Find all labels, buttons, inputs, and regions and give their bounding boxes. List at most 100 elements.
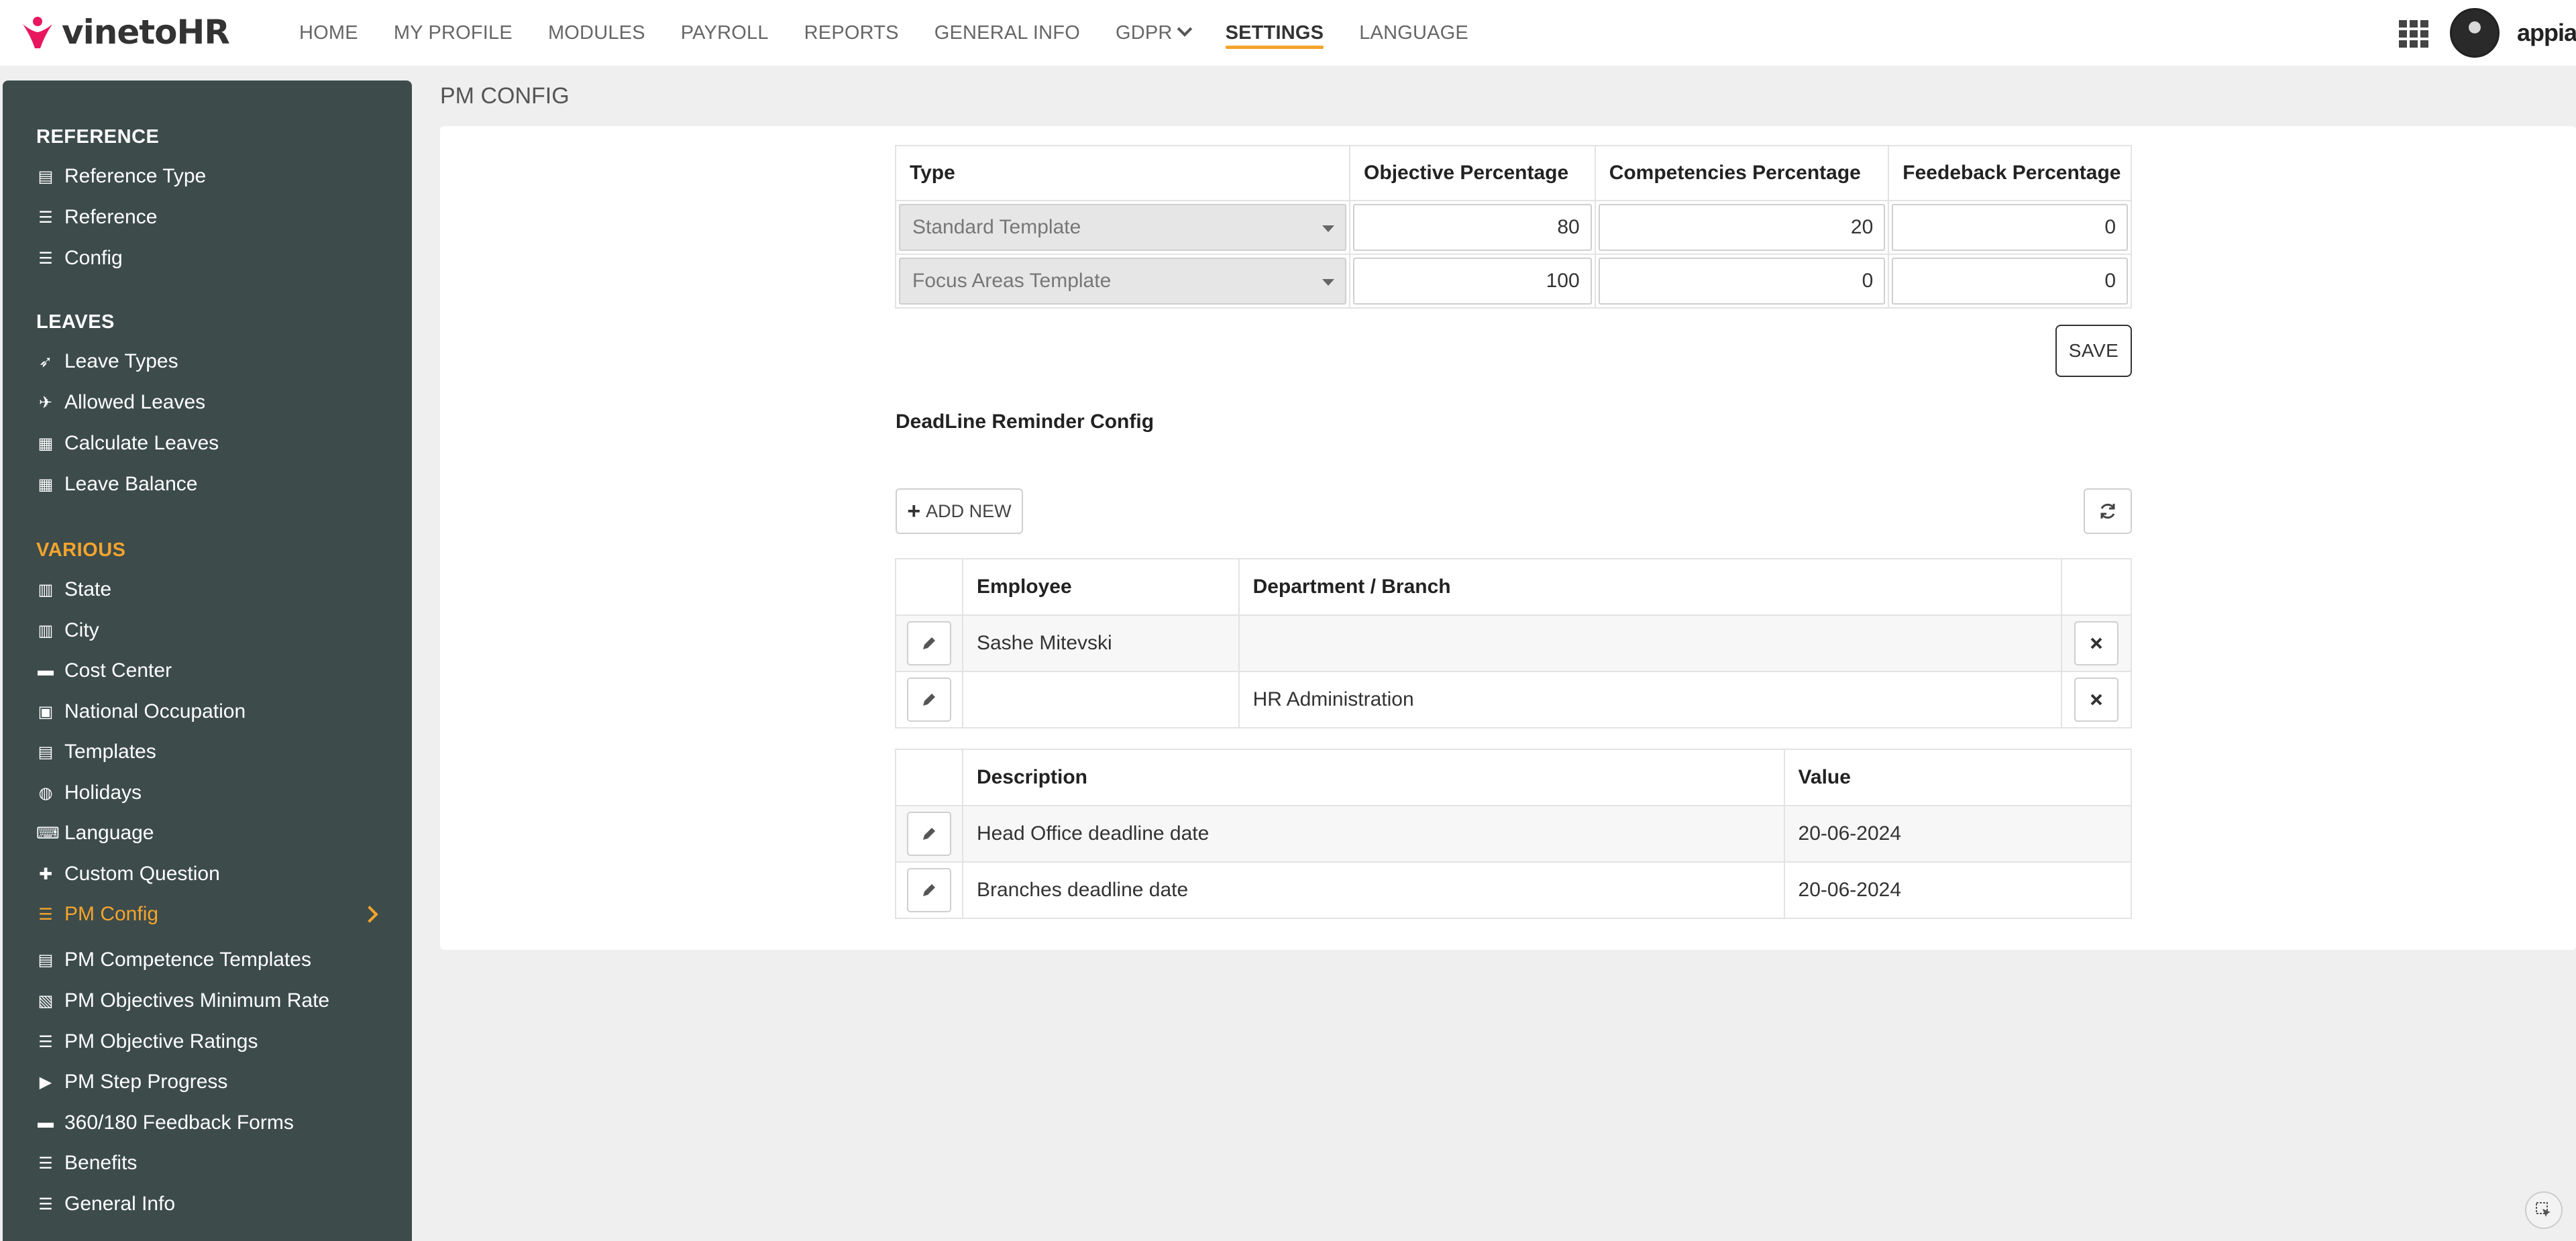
sidebar-item-holidays[interactable]: ◍ Holidays [36,781,385,804]
delete-button[interactable] [2074,678,2119,722]
sidebar-item-leave-balance[interactable]: ▦ Leave Balance [36,473,385,496]
template-type-select[interactable]: Standard Template [899,204,1347,251]
template-type-value: Focus Areas Template [912,270,1112,292]
sidebar-item-calculate-leaves[interactable]: ▦ Calculate Leaves [36,432,385,455]
sidebar-item-custom-question[interactable]: ✚ Custom Question [36,863,385,885]
plus-icon: + [907,498,921,524]
sidebar-item-language[interactable]: ⌨ Language [36,822,385,845]
template-type-value: Standard Template [912,216,1081,238]
building-icon: ▥ [38,621,54,640]
delete-button[interactable] [2074,621,2119,665]
paper-plane-icon: ➶ [38,352,53,371]
sidebar-item-leave-types[interactable]: ➶ Leave Types [36,350,385,373]
column-header-objective: Objective Percentage [1349,145,1596,201]
sidebar-item-benefits[interactable]: ☰ Benefits [36,1152,385,1175]
department-cell: HR Administration [1238,671,2063,729]
list-icon: ☰ [38,249,53,268]
globe-icon: ◍ [38,784,53,802]
nav-home[interactable]: HOME [299,0,358,66]
sidebar-item-pm-config[interactable]: ☰ PM Config [36,903,385,926]
column-header-value: Value [1783,749,2133,806]
sidebar-item-config[interactable]: ☰ Config [36,247,385,270]
refresh-button[interactable] [2084,488,2132,534]
nav-general-info[interactable]: GENERAL INFO [934,0,1080,66]
pencil-icon [922,884,935,896]
department-cell [1238,614,2063,672]
sidebar-item-national-occupation[interactable]: ▣ National Occupation [36,700,385,723]
sidebar-item-feedback-forms[interactable]: ▬ 360/180 Feedback Forms [36,1112,385,1134]
sidebar-item-pm-step-progress[interactable]: ▶ PM Step Progress [36,1071,385,1093]
sidebar-item-label: Allowed Leaves [64,391,206,413]
sidebar-item-templates[interactable]: ▤ Templates [36,741,385,763]
objective-percentage-input[interactable]: 80 [1353,204,1592,251]
sidebar-item-pm-objectives-minimum-rate[interactable]: ▧ PM Objectives Minimum Rate [36,989,385,1012]
page-title: PM CONFIG [440,83,570,109]
sidebar-item-label: Leave Types [64,350,178,372]
selection-tool-button[interactable] [2525,1191,2563,1229]
sidebar-section-various: VARIOUS [36,539,126,561]
sidebar-item-state[interactable]: ▥ State [36,578,385,601]
competencies-percentage-input[interactable]: 20 [1598,204,1886,251]
edit-button[interactable] [906,678,951,722]
deadline-employee-table: Employee Department / Branch Sashe Mitev… [895,558,2132,729]
sidebar-item-allowed-leaves[interactable]: ✈ Allowed Leaves [36,391,385,414]
sidebar-item-label: 360/180 Feedback Forms [64,1112,294,1134]
plane-icon: ✈ [38,393,53,412]
sidebar-item-label: Leave Balance [64,473,198,495]
calculator-icon: ▦ [38,475,54,494]
deadline-dates-table: Description Value Head Office deadline d… [895,749,2133,919]
list-icon: ☰ [38,905,53,924]
logo-text: vinetoHR [62,13,230,52]
sidebar-item-label: State [64,578,112,600]
templates-table: Type Objective Percentage Competencies P… [894,145,2132,309]
objective-percentage-input[interactable]: 100 [1353,258,1592,305]
archive-icon: ▬ [38,661,54,680]
username[interactable]: appian [2517,19,2576,47]
column-header-department: Department / Branch [1238,558,2063,616]
id-badge-icon: ▧ [38,991,54,1010]
app-logo[interactable]: vinetoHR [19,12,230,52]
nav-language[interactable]: LANGUAGE [1359,0,1468,66]
chevron-down-icon [1177,21,1192,37]
nav-payroll[interactable]: PAYROLL [681,0,769,66]
table-row: Head Office deadline date 20-06-2024 [895,805,2133,863]
sidebar: REFERENCE ▤ Reference Type ☰ Reference ☰ Co… [3,80,412,1241]
nav-my-profile[interactable]: MY PROFILE [394,0,513,66]
pencil-icon [922,694,935,706]
column-header-competencies: Competencies Percentage [1594,145,1890,201]
chevron-right-icon [361,906,378,923]
template-type-select[interactable]: Focus Areas Template [899,258,1347,305]
table-row: Branches deadline date 20-06-2024 [895,861,2133,919]
sidebar-item-pm-competence-templates[interactable]: ▤ PM Competence Templates [36,949,385,971]
avatar[interactable] [2450,8,2500,58]
nav-gdpr[interactable]: GDPR [1116,0,1192,66]
sidebar-item-label: National Occupation [64,700,246,722]
edit-button[interactable] [906,621,951,665]
table-header-row: Employee Department / Branch [895,558,2132,616]
table-row: HR Administration [895,671,2132,729]
sidebar-item-reference-type[interactable]: ▤ Reference Type [36,165,385,188]
add-new-button[interactable]: + ADD NEW [896,488,1023,534]
nav-reports[interactable]: REPORTS [804,0,899,66]
nav-settings[interactable]: SETTINGS [1225,0,1324,66]
sidebar-item-reference[interactable]: ☰ Reference [36,206,385,229]
sidebar-item-general-info[interactable]: ☰ General Info [36,1193,385,1216]
edit-button[interactable] [906,812,951,856]
sidebar-item-city[interactable]: ▥ City [36,619,385,642]
feedback-percentage-input[interactable]: 0 [1892,258,2128,305]
save-button[interactable]: SAVE [2055,325,2132,377]
apps-grid-icon[interactable] [2399,20,2428,48]
step-forward-icon: ▶ [39,1073,52,1091]
edit-button[interactable] [906,868,951,912]
competencies-percentage-input[interactable]: 0 [1598,258,1886,305]
list-alt-icon: ▤ [38,743,54,761]
nav-modules[interactable]: MODULES [548,0,645,66]
caret-down-icon [1322,225,1335,232]
sidebar-item-label: Templates [64,741,156,763]
sidebar-item-pm-objective-ratings[interactable]: ☰ PM Objective Ratings [36,1030,385,1053]
cursor-select-icon [2536,1202,2551,1217]
feedback-percentage-input[interactable]: 0 [1892,204,2128,251]
sidebar-item-label: Benefits [64,1152,138,1174]
building-icon: ▥ [38,580,54,599]
sidebar-item-cost-center[interactable]: ▬ Cost Center [36,659,385,682]
